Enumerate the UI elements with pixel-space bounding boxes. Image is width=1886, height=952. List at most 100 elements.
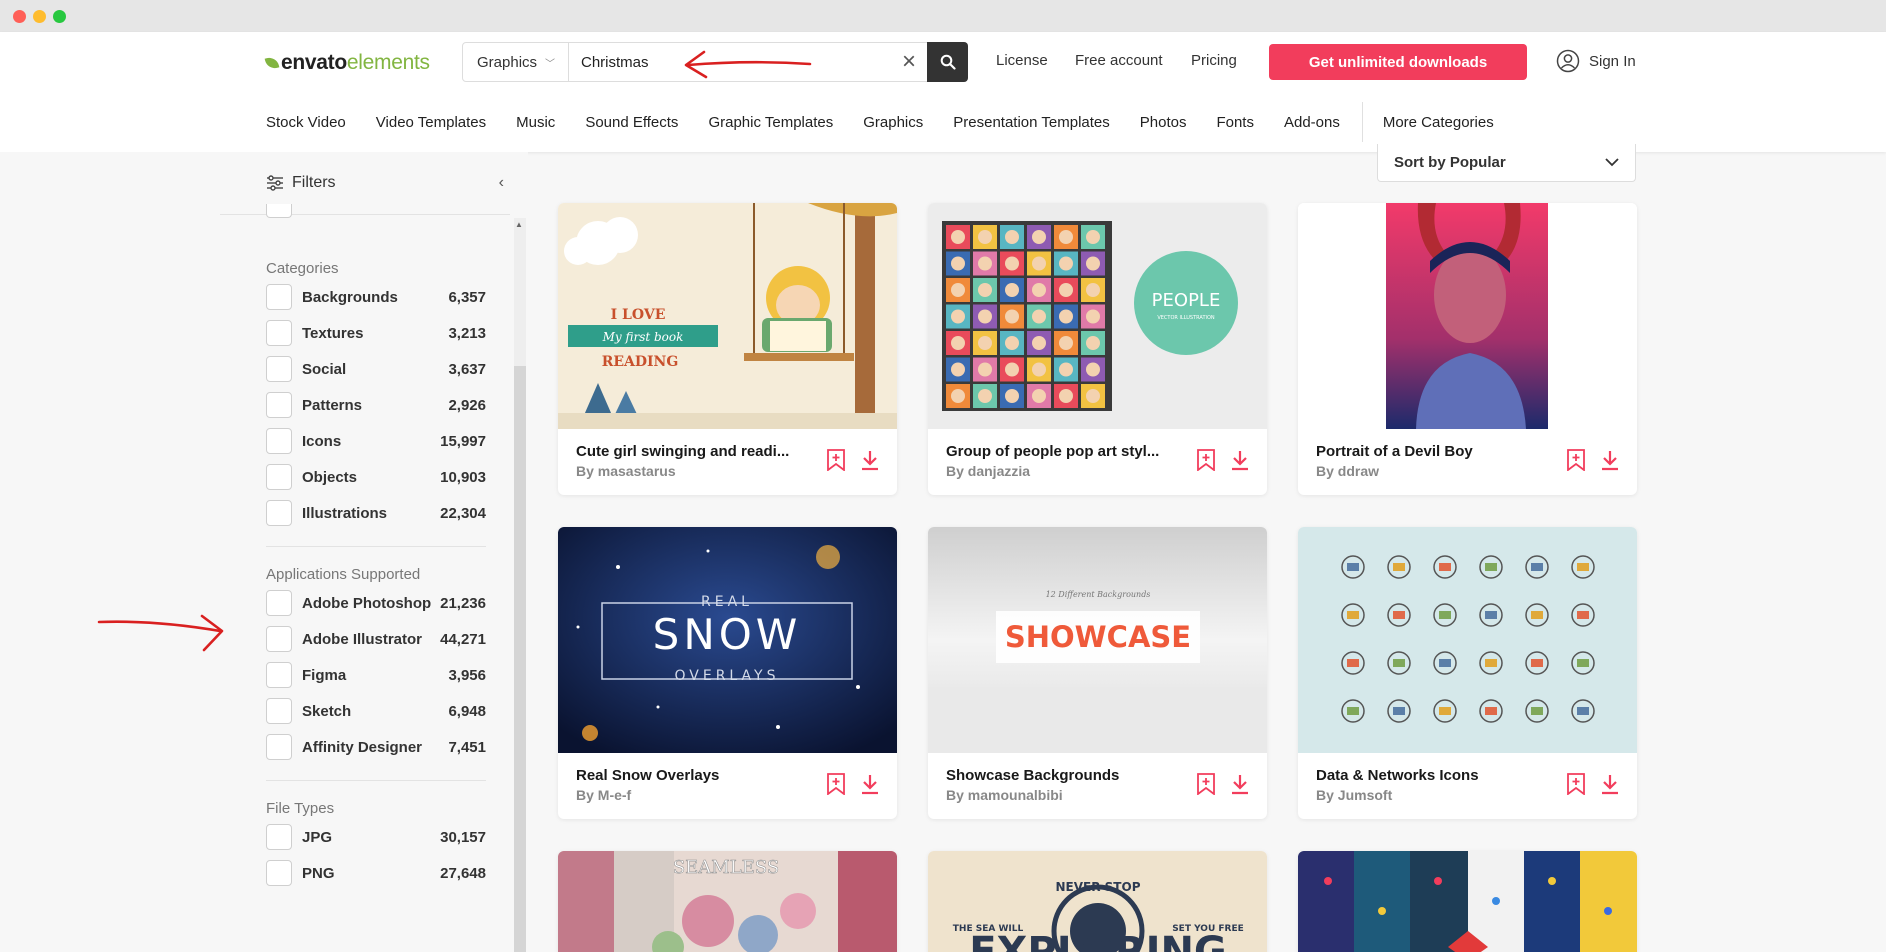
item-thumbnail[interactable]: 12 Different Backgrounds SHOWCASE (928, 527, 1267, 753)
minimize-window-button[interactable] (33, 10, 46, 23)
item-card[interactable]: 12 Different Backgrounds SHOWCASE Showca… (928, 527, 1267, 819)
search-input[interactable]: Christmas (569, 54, 891, 71)
get-unlimited-downloads-button[interactable]: Get unlimited downloads (1269, 44, 1527, 80)
checkbox[interactable] (266, 626, 292, 652)
item-thumbnail[interactable]: REAL SNOW OVERLAYS (558, 527, 897, 753)
close-window-button[interactable] (13, 10, 26, 23)
download-icon[interactable] (860, 449, 880, 471)
bookmark-add-icon[interactable] (1196, 449, 1216, 471)
checkbox[interactable] (266, 464, 292, 490)
item-title[interactable]: Cute girl swinging and readi... (576, 443, 800, 460)
bookmark-add-icon[interactable] (1566, 773, 1586, 795)
item-card[interactable]: PEOPLE VECTOR ILLUSTRATION Group of peop… (928, 203, 1267, 495)
checkbox[interactable] (266, 734, 292, 760)
item-title[interactable]: Showcase Backgrounds (946, 767, 1170, 784)
nav-divider (1361, 102, 1363, 142)
nav-presentation-templates[interactable]: Presentation Templates (953, 114, 1109, 142)
item-card[interactable] (1298, 851, 1637, 952)
item-title[interactable]: Group of people pop art styl... (946, 443, 1170, 460)
sign-in-link[interactable]: Sign In (1556, 49, 1636, 73)
item-thumbnail[interactable]: I LOVE My first book READING (558, 203, 897, 429)
filter-figma[interactable]: Figma 3,956 (266, 660, 486, 690)
item-thumbnail[interactable]: SEAMLESS (558, 851, 897, 952)
item-thumbnail[interactable] (1298, 203, 1637, 429)
item-author[interactable]: By mamounalbibi (946, 787, 1063, 803)
item-title[interactable]: Real Snow Overlays (576, 767, 800, 784)
filter-illustrations[interactable]: Illustrations 22,304 (266, 498, 486, 528)
checkbox[interactable] (266, 428, 292, 454)
nav-more-categories[interactable]: More Categories (1383, 114, 1494, 142)
filter-affinity-designer[interactable]: Affinity Designer 7,451 (266, 732, 486, 762)
checkbox[interactable] (266, 320, 292, 346)
bookmark-add-icon[interactable] (1566, 449, 1586, 471)
filter-patterns[interactable]: Patterns 2,926 (266, 390, 486, 420)
nav-graphic-templates[interactable]: Graphic Templates (708, 114, 833, 142)
envato-logo[interactable]: envato elements (264, 51, 430, 75)
item-author[interactable]: By masastarus (576, 463, 676, 479)
item-author[interactable]: By Jumsoft (1316, 787, 1392, 803)
sidebar-scrollbar-thumb[interactable] (514, 366, 526, 952)
item-card[interactable]: REAL SNOW OVERLAYS Real Snow Overlays By… (558, 527, 897, 819)
nav-fonts[interactable]: Fonts (1216, 114, 1254, 142)
license-link[interactable]: License (996, 52, 1048, 69)
item-thumbnail[interactable]: NEVER STOP THE SEA WILL SET YOU FREE EXP… (928, 851, 1267, 952)
checkbox[interactable] (266, 824, 292, 850)
download-icon[interactable] (1600, 449, 1620, 471)
checkbox[interactable] (266, 284, 292, 310)
item-author[interactable]: By ddraw (1316, 463, 1379, 479)
filter-social[interactable]: Social 3,637 (266, 354, 486, 384)
item-thumbnail[interactable] (1298, 851, 1637, 952)
filter-icons[interactable]: Icons 15,997 (266, 426, 486, 456)
download-icon[interactable] (1230, 773, 1250, 795)
download-icon[interactable] (1230, 449, 1250, 471)
nav-stock-video[interactable]: Stock Video (266, 114, 346, 142)
checkbox-partial-hidden[interactable] (266, 204, 292, 218)
checkbox[interactable] (266, 698, 292, 724)
item-title[interactable]: Portrait of a Devil Boy (1316, 443, 1540, 460)
filter-sketch[interactable]: Sketch 6,948 (266, 696, 486, 726)
nav-add-ons[interactable]: Add-ons (1284, 114, 1340, 142)
filter-adobe-photoshop[interactable]: Adobe Photoshop 21,236 (266, 588, 486, 618)
clear-search-icon[interactable]: × (891, 48, 927, 76)
download-icon[interactable] (1600, 773, 1620, 795)
checkbox[interactable] (266, 590, 292, 616)
checkbox[interactable] (266, 500, 292, 526)
item-thumbnail[interactable]: PEOPLE VECTOR ILLUSTRATION (928, 203, 1267, 429)
checkbox[interactable] (266, 662, 292, 688)
nav-music[interactable]: Music (516, 114, 555, 142)
item-card[interactable]: I LOVE My first book READING Cute girl s… (558, 203, 897, 495)
item-title[interactable]: Data & Networks Icons (1316, 767, 1540, 784)
download-icon[interactable] (860, 773, 880, 795)
sort-dropdown[interactable]: Sort by Popular (1377, 144, 1636, 182)
item-author[interactable]: By danjazzia (946, 463, 1030, 479)
item-card[interactable]: SEAMLESS (558, 851, 897, 952)
bookmark-add-icon[interactable] (826, 449, 846, 471)
item-card[interactable]: Portrait of a Devil Boy By ddraw (1298, 203, 1637, 495)
bookmark-add-icon[interactable] (1196, 773, 1216, 795)
search-button[interactable] (927, 42, 968, 82)
nav-video-templates[interactable]: Video Templates (376, 114, 486, 142)
checkbox[interactable] (266, 356, 292, 382)
maximize-window-button[interactable] (53, 10, 66, 23)
search-category-dropdown[interactable]: Graphics ﹀ (463, 43, 569, 81)
item-author[interactable]: By M-e-f (576, 787, 631, 803)
item-thumbnail[interactable] (1298, 527, 1637, 753)
filter-backgrounds[interactable]: Backgrounds 6,357 (266, 282, 486, 312)
nav-graphics[interactable]: Graphics (863, 114, 923, 142)
pricing-link[interactable]: Pricing (1191, 52, 1237, 69)
filter-jpg[interactable]: JPG 30,157 (266, 822, 486, 852)
filter-png[interactable]: PNG 27,648 (266, 858, 486, 888)
nav-sound-effects[interactable]: Sound Effects (585, 114, 678, 142)
filter-objects[interactable]: Objects 10,903 (266, 462, 486, 492)
collapse-filters-chevron-left-icon[interactable]: ‹ (499, 174, 504, 192)
item-card[interactable]: Data & Networks Icons By Jumsoft (1298, 527, 1637, 819)
free-account-link[interactable]: Free account (1075, 52, 1163, 69)
scroll-up-arrow-icon[interactable]: ▲ (515, 220, 523, 229)
checkbox[interactable] (266, 860, 292, 886)
item-card[interactable]: NEVER STOP THE SEA WILL SET YOU FREE EXP… (928, 851, 1267, 952)
filter-adobe-illustrator[interactable]: Adobe Illustrator 44,271 (266, 624, 486, 654)
checkbox[interactable] (266, 392, 292, 418)
filter-textures[interactable]: Textures 3,213 (266, 318, 486, 348)
bookmark-add-icon[interactable] (826, 773, 846, 795)
nav-photos[interactable]: Photos (1140, 114, 1187, 142)
